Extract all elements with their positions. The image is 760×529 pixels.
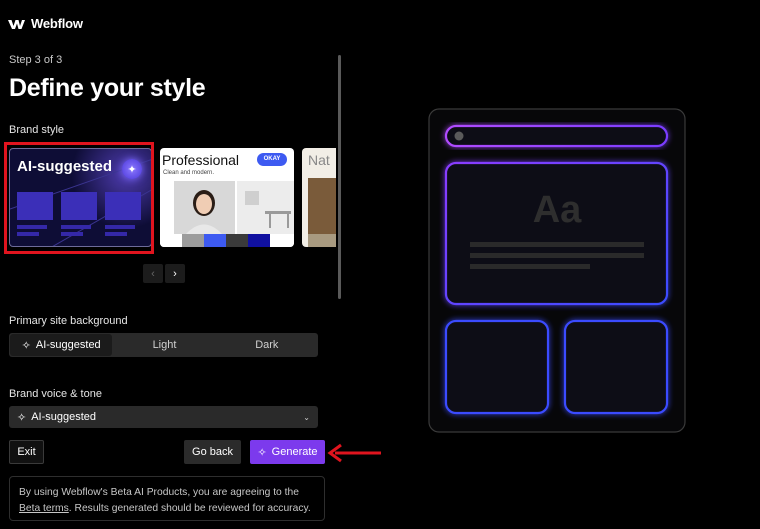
go-back-button[interactable]: Go back (184, 440, 241, 464)
background-option-light[interactable]: Light (113, 333, 215, 357)
voice-label: Brand voice & tone (9, 388, 102, 400)
app-name: Webflow (31, 16, 83, 31)
artwork-image (308, 178, 336, 234)
chevron-left-icon[interactable]: ‹ (143, 264, 163, 283)
color-swatch (270, 234, 294, 247)
voice-select-value: AI-suggested (31, 411, 97, 423)
chevron-down-icon: ⌄ (303, 412, 310, 422)
card-subtitle: Clean and modern. (163, 170, 215, 176)
voice-select[interactable]: ✧ AI-suggested ⌄ (9, 406, 318, 428)
brand-style-label: Brand style (9, 124, 65, 136)
background-option-dark[interactable]: Dark (216, 333, 318, 357)
background-segmented-control: ✧ AI-suggested Light Dark (9, 333, 318, 357)
page-title: Define your style (9, 74, 206, 102)
beta-terms-link[interactable]: Beta terms (19, 503, 69, 514)
background-option-ai-suggested[interactable]: ✧ AI-suggested (10, 334, 113, 356)
sparkle-icon: ✧ (21, 339, 31, 352)
card-title: Professional (162, 152, 240, 168)
site-preview-illustration: Aa (428, 108, 686, 433)
chevron-right-icon[interactable]: › (165, 264, 185, 283)
exit-button[interactable]: Exit (9, 440, 44, 464)
step-indicator: Step 3 of 3 (9, 54, 63, 66)
portrait-image (174, 181, 235, 234)
color-swatch (204, 234, 226, 247)
selected-card-highlight (4, 142, 154, 254)
background-label: Primary site background (9, 315, 128, 327)
webflow-logo-icon (8, 19, 25, 29)
preview-sample-text: Aa (533, 189, 582, 231)
color-swatch (248, 234, 270, 247)
brand-style-card-nature[interactable]: Nat (302, 148, 336, 247)
notice-text: By using Webflow's Beta AI Products, you… (19, 487, 299, 498)
webflow-logo: Webflow (8, 16, 83, 31)
arrow-left-icon (327, 443, 381, 463)
sparkle-icon: ✧ (17, 411, 27, 424)
carousel-pager: ‹ › (143, 264, 185, 283)
option-label: AI-suggested (35, 339, 101, 351)
generate-button[interactable]: ✧ Generate (250, 440, 325, 464)
color-swatch (182, 234, 204, 247)
scrollbar[interactable] (338, 55, 341, 299)
sparkle-icon: ✧ (257, 446, 267, 459)
card-okay-badge: OKAY (257, 153, 287, 166)
option-label: Dark (255, 339, 279, 351)
office-image (237, 181, 294, 234)
color-swatch (226, 234, 248, 247)
brand-style-card-professional[interactable]: Professional Clean and modern. OKAY (160, 148, 294, 247)
option-label: Light (152, 339, 177, 351)
color-swatch (308, 234, 336, 247)
color-swatch (160, 234, 182, 247)
notice-text: . Results generated should be reviewed f… (68, 503, 311, 514)
generate-button-label: Generate (271, 446, 318, 458)
card-title: Nat (308, 152, 330, 168)
beta-terms-notice: By using Webflow's Beta AI Products, you… (9, 476, 325, 521)
